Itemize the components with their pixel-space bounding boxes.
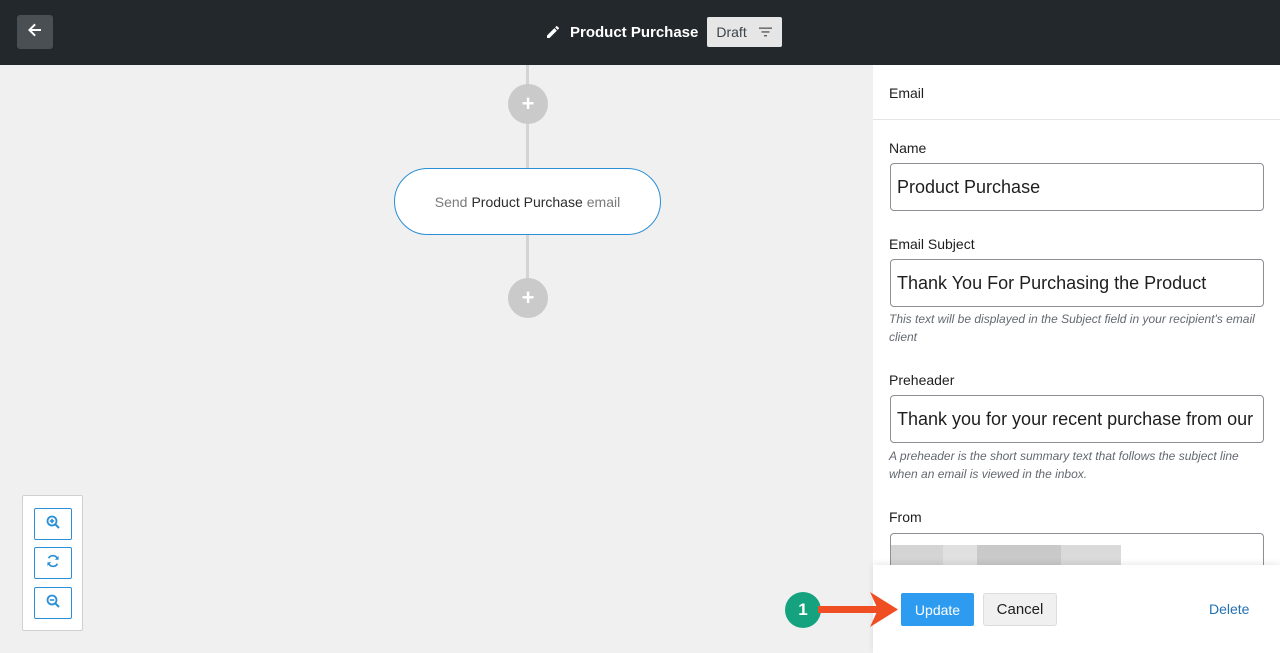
panel-heading: Email: [873, 65, 1280, 120]
send-email-node[interactable]: Send Product Purchase email: [394, 168, 661, 235]
zoom-in-button[interactable]: [34, 508, 72, 540]
name-label: Name: [889, 140, 927, 156]
status-dropdown[interactable]: Draft: [707, 17, 782, 47]
zoom-out-icon: [46, 594, 60, 613]
connector-line: [526, 235, 529, 280]
plus-icon: +: [521, 91, 535, 116]
redacted-block: [943, 545, 977, 567]
connector-line: [526, 65, 529, 85]
workflow-canvas[interactable]: + Send Product Purchase email +: [0, 65, 873, 653]
redacted-block: [1061, 545, 1121, 567]
arrow-left-icon: [27, 22, 43, 43]
filter-lines-icon: [758, 27, 772, 37]
redacted-block: [891, 545, 943, 567]
status-label: Draft: [716, 24, 747, 40]
annotation-arrow-icon: [818, 592, 898, 627]
update-button[interactable]: Update: [901, 593, 974, 626]
plus-icon: +: [521, 285, 535, 310]
reset-view-icon: [46, 554, 60, 573]
delete-link[interactable]: Delete: [1209, 601, 1249, 617]
page-title: Product Purchase: [570, 23, 699, 41]
zoom-out-button[interactable]: [34, 587, 72, 619]
add-step-button[interactable]: +: [508, 84, 548, 124]
reset-view-button[interactable]: [34, 547, 72, 579]
email-subject-help: This text will be displayed in the Subje…: [889, 312, 1255, 344]
add-step-button[interactable]: +: [508, 278, 548, 318]
preheader-help: A preheader is the short summary text th…: [889, 449, 1239, 481]
step-number-badge: 1: [785, 592, 821, 628]
email-settings-panel: Email Name Email Subject This text will …: [873, 65, 1280, 653]
preheader-input[interactable]: [890, 395, 1264, 443]
email-subject-label: Email Subject: [889, 236, 975, 252]
top-bar: Product Purchase Draft: [0, 0, 1280, 65]
zoom-controls: [22, 495, 83, 631]
back-button[interactable]: [17, 15, 53, 49]
name-input[interactable]: [890, 163, 1264, 211]
node-suffix: email: [586, 193, 621, 210]
panel-footer: Update Cancel Delete: [873, 565, 1280, 653]
preheader-label: Preheader: [889, 372, 955, 388]
pencil-icon[interactable]: [546, 24, 562, 40]
node-prefix: Send: [434, 193, 468, 210]
email-subject-input[interactable]: [890, 259, 1264, 307]
redacted-block: [977, 545, 1061, 567]
zoom-in-icon: [46, 515, 60, 534]
connector-line: [526, 124, 529, 168]
title-group: Product Purchase Draft: [546, 17, 782, 47]
from-label: From: [889, 509, 922, 525]
node-email-name: Product Purchase: [471, 193, 583, 210]
cancel-button[interactable]: Cancel: [983, 593, 1057, 626]
